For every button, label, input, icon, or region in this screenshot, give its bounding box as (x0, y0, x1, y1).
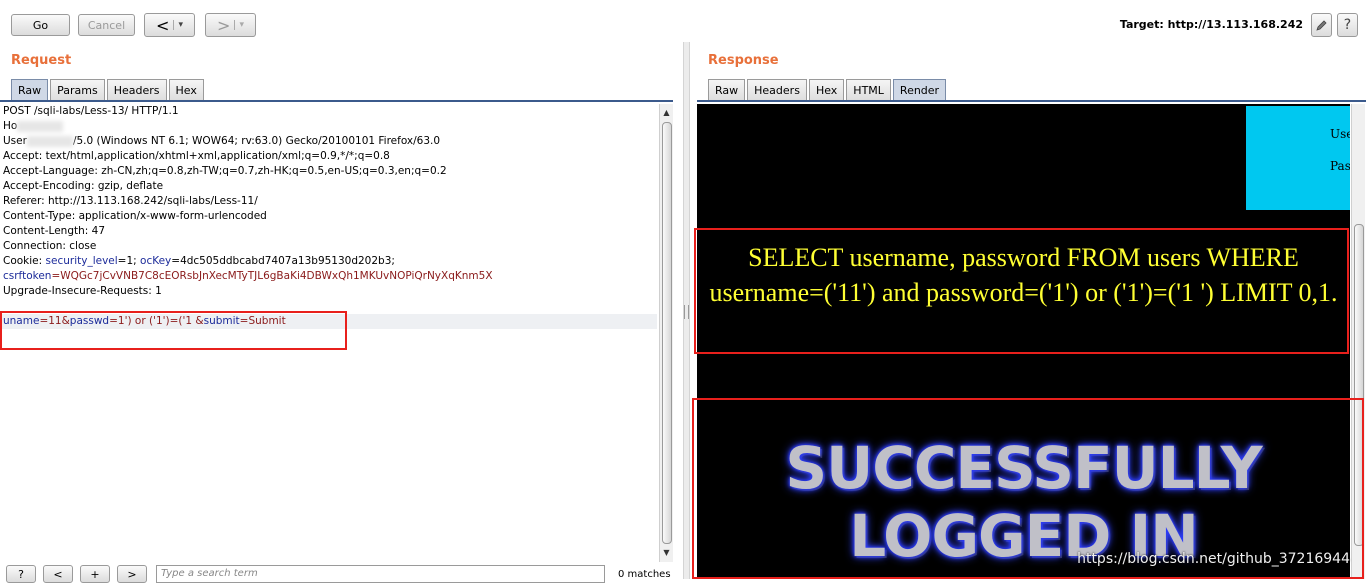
csrf-line: csrftoken=WQGc7jCvVNB7C8cEORsbJnXecMTyTJ… (0, 269, 657, 284)
scroll-thumb[interactable] (662, 122, 672, 544)
back-arrow-icon: < (156, 15, 170, 35)
help-icon: ? (1343, 17, 1352, 33)
tab-render[interactable]: Render (892, 79, 947, 100)
request-line: Accept-Encoding: gzip, deflate (3, 180, 164, 192)
cookie-line: Cookie: security_level=1; ocKey=4dc505dd… (0, 254, 657, 269)
response-title: Response (708, 53, 779, 68)
request-line: Ho (0, 119, 657, 134)
cookie-value: =4dc505ddbcabd7407a13b95130d202b3; (171, 255, 395, 267)
host-header-prefix: Ho (3, 120, 18, 132)
csrf-key: csrftoken (3, 270, 52, 282)
login-form-box: Use Pas (1246, 106, 1350, 210)
scroll-down-icon[interactable]: ▼ (660, 546, 673, 559)
next-match-button[interactable]: > (117, 565, 147, 583)
request-line: Upgrade-Insecure-Requests: 1 (3, 285, 162, 297)
tab-raw[interactable]: Raw (11, 79, 49, 100)
scroll-up-icon[interactable]: ▲ (660, 106, 673, 119)
forward-button[interactable]: > ▾ (205, 13, 256, 37)
user-agent-suffix: /5.0 (Windows NT 6.1; WOW64; rv:63.0) Ge… (72, 135, 441, 147)
request-scrollbar[interactable]: ▲ ▼ (659, 104, 673, 562)
sql-highlight-box (694, 228, 1349, 354)
go-button[interactable]: Go (11, 14, 70, 36)
request-line: Accept: text/html,application/xhtml+xml,… (3, 150, 390, 162)
payload-highlight-box (0, 311, 347, 350)
forward-arrow-icon: > (217, 15, 231, 35)
help-button[interactable]: ? (1337, 13, 1358, 37)
cookie-label: Cookie: (3, 255, 46, 267)
request-line: POST /sqli-labs/Less-13/ HTTP/1.1 (3, 105, 179, 117)
request-line: Connection: close (3, 240, 97, 252)
prev-match-button[interactable]: < (43, 565, 73, 583)
target-label: Target: http://13.113.168.242 (1119, 18, 1303, 31)
edit-target-button[interactable] (1311, 13, 1332, 37)
match-count: 0 matches (618, 569, 671, 580)
redacted-host (17, 120, 64, 132)
request-line: Accept-Language: zh-CN,zh;q=0.8,zh-TW;q=… (3, 165, 447, 177)
redacted-user-agent (26, 135, 73, 147)
tab-hex[interactable]: Hex (168, 79, 204, 100)
request-title: Request (11, 53, 72, 68)
username-label: Use (1330, 127, 1350, 141)
tab-headers[interactable]: Headers (747, 79, 807, 100)
request-line: User/5.0 (Windows NT 6.1; WOW64; rv:63.0… (0, 134, 657, 149)
help-button-small[interactable]: ? (6, 565, 36, 583)
tab-params[interactable]: Params (50, 79, 105, 100)
request-tabs: Raw Params Headers Hex (11, 79, 206, 100)
cookie-key: ocKey (140, 255, 172, 267)
password-label: Pas (1330, 159, 1350, 173)
add-button[interactable]: + (80, 565, 110, 583)
request-line: Content-Type: application/x-www-form-url… (3, 210, 267, 222)
back-dropdown-icon[interactable]: ▾ (173, 20, 183, 30)
user-agent-prefix: User (3, 135, 27, 147)
divider-grip-icon[interactable] (684, 305, 689, 319)
tab-raw[interactable]: Raw (708, 79, 746, 100)
cookie-key: security_level (45, 255, 118, 267)
watermark: https://blog.csdn.net/github_37216944 (1077, 551, 1350, 567)
forward-dropdown-icon[interactable]: ▾ (234, 20, 244, 30)
csrf-value: =WQGc7jCvVNB7C8cEORsbJnXecMTyTJL6gBaKi4D… (51, 270, 493, 282)
response-tabs: Raw Headers Hex HTML Render (708, 79, 948, 100)
search-input[interactable]: Type a search term (156, 565, 605, 583)
request-line: Content-Length: 47 (3, 225, 106, 237)
request-tab-underline (0, 100, 673, 102)
tab-headers[interactable]: Headers (106, 79, 167, 100)
cookie-value: =1; (117, 255, 141, 267)
cancel-button[interactable]: Cancel (78, 14, 135, 36)
response-tab-underline (697, 100, 1366, 102)
back-button[interactable]: < ▾ (144, 13, 195, 37)
tab-hex[interactable]: Hex (808, 79, 845, 100)
request-line: Referer: http://13.113.168.242/sqli-labs… (3, 195, 258, 207)
tab-html[interactable]: HTML (846, 79, 891, 100)
pencil-icon (1316, 19, 1327, 31)
